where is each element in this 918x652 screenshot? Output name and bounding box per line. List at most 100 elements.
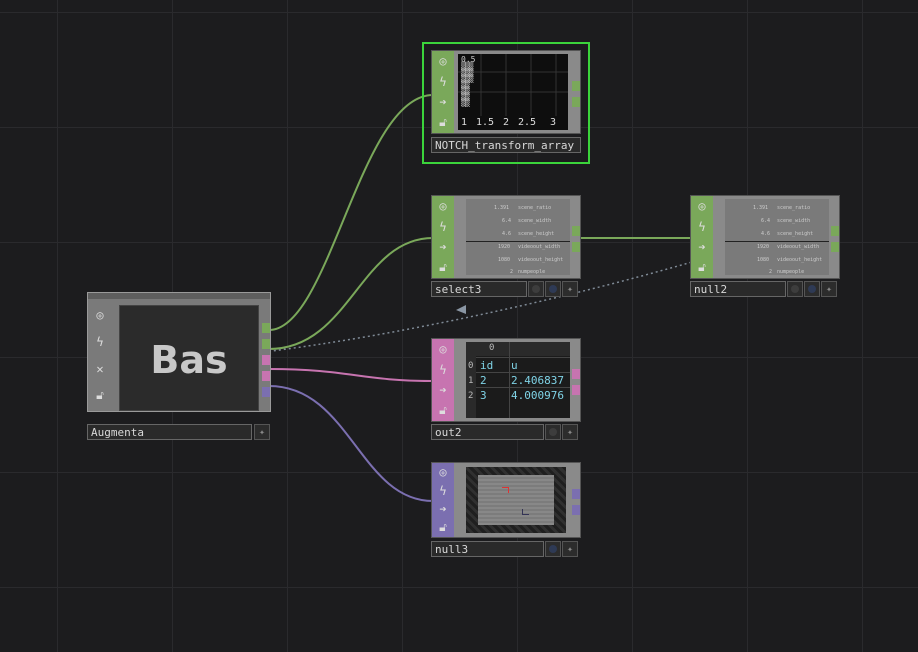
wire-augmenta-out2 bbox=[268, 368, 434, 382]
table-cell: 2 bbox=[480, 374, 487, 387]
output-port[interactable] bbox=[572, 97, 580, 107]
gear-icon[interactable]: ✦ bbox=[821, 281, 837, 297]
flag-toggle[interactable] bbox=[545, 424, 561, 440]
bypass-icon[interactable]: ➔ bbox=[434, 93, 452, 111]
channel-name: scene_height bbox=[518, 231, 555, 237]
output-port[interactable] bbox=[572, 81, 580, 91]
node-augmenta[interactable]: ◎ ϟ ✕ 🔓︎ Bas Augmenta ✦ bbox=[87, 292, 271, 442]
output-port[interactable] bbox=[262, 355, 270, 365]
lock-icon[interactable]: 🔓︎ bbox=[434, 519, 452, 537]
node-name[interactable]: null2 bbox=[690, 281, 786, 297]
top-viewer[interactable] bbox=[466, 467, 566, 533]
output-port[interactable] bbox=[572, 226, 580, 236]
cook-flag-icon[interactable]: ϟ bbox=[693, 218, 711, 236]
gear-icon[interactable]: ✦ bbox=[562, 424, 578, 440]
channel-value: 6.4 bbox=[502, 218, 512, 224]
dat-table[interactable]: 0 0 id u 1 2 2.406837 2 3 4.000976 bbox=[466, 342, 570, 418]
channel-name: videoout_width bbox=[518, 244, 561, 250]
viewer-toggle-icon[interactable]: ◎ bbox=[434, 340, 452, 358]
cook-flag-icon[interactable]: ϟ bbox=[434, 73, 452, 91]
lock-icon[interactable]: 🔓︎ bbox=[693, 259, 711, 277]
output-port[interactable] bbox=[572, 385, 580, 395]
bypass-icon[interactable]: ✕ bbox=[91, 360, 109, 378]
node-viewer[interactable]: 1.391 scene_ratio 6.4 scene_width 4.6 sc… bbox=[466, 199, 570, 275]
gear-icon[interactable]: ✦ bbox=[254, 424, 270, 440]
output-port[interactable] bbox=[262, 371, 270, 381]
wire-augmenta-null3 bbox=[268, 385, 434, 502]
bypass-icon[interactable]: ➔ bbox=[434, 381, 452, 399]
output-port[interactable] bbox=[262, 323, 270, 333]
viewer-toggle-icon[interactable]: ◎ bbox=[434, 463, 452, 481]
channel-value: 1080 bbox=[757, 257, 770, 263]
x-tick-label: 2.5 bbox=[518, 117, 537, 128]
viewer-toggle-icon[interactable]: ◎ bbox=[91, 306, 109, 324]
output-port[interactable] bbox=[572, 369, 580, 379]
channel-value: 2 bbox=[769, 269, 773, 275]
gear-icon[interactable]: ✦ bbox=[562, 541, 578, 557]
viewer-toggle-icon[interactable]: ◎ bbox=[434, 52, 452, 70]
x-tick-label: 1 bbox=[461, 117, 468, 128]
output-port[interactable] bbox=[831, 226, 839, 236]
lock-icon[interactable]: 🔓︎ bbox=[434, 114, 452, 132]
channel-value: 1920 bbox=[757, 244, 770, 250]
node-name[interactable]: out2 bbox=[431, 424, 544, 440]
node-null2[interactable]: ◎ ϟ ➔ 🔓︎ 1.391 scene_ratio 6.4 scene_wid… bbox=[690, 195, 840, 299]
channel-name: videoout_height bbox=[518, 257, 564, 263]
viewer-toggle-icon[interactable]: ◎ bbox=[693, 197, 711, 215]
output-port[interactable] bbox=[572, 489, 580, 499]
table-cell: 4.000976 bbox=[511, 389, 564, 402]
node-name[interactable]: NOTCH_transform_array bbox=[431, 137, 581, 153]
viewer-toggle-icon[interactable]: ◎ bbox=[434, 197, 452, 215]
channel-name: scene_ratio bbox=[518, 205, 552, 211]
node-null3[interactable]: ◎ ϟ ➔ 🔓︎ null3 ✦ bbox=[431, 462, 581, 558]
node-name[interactable]: Augmenta bbox=[87, 424, 252, 440]
node-viewer[interactable]: 0.5 ▒▒▒ ▒▒▒ ▒▒▒ ▒▒ ▒▒ ▒▒ ▒▒ 1 1.5 2 2.5 3 bbox=[458, 54, 568, 130]
cook-flag-icon[interactable]: ϟ bbox=[434, 361, 452, 379]
x-tick-label: 1.5 bbox=[476, 117, 495, 128]
channel-name: numpeople bbox=[777, 269, 805, 275]
bypass-icon[interactable]: ➔ bbox=[434, 238, 452, 256]
output-port[interactable] bbox=[572, 505, 580, 515]
lock-icon[interactable]: 🔓︎ bbox=[434, 402, 452, 420]
column-header: 0 bbox=[489, 343, 495, 353]
node-name[interactable]: select3 bbox=[431, 281, 527, 297]
channel-name: scene_ratio bbox=[777, 205, 811, 211]
x-tick-label: 2 bbox=[503, 117, 510, 128]
output-port[interactable] bbox=[262, 339, 270, 349]
flag-toggle[interactable] bbox=[545, 281, 561, 297]
x-tick-label: 3 bbox=[550, 117, 557, 128]
row-index: 1 bbox=[468, 376, 474, 386]
node-select3[interactable]: ◎ ϟ ➔ 🔓︎ 1.391 scene_ratio 6.4 scene_wid… bbox=[431, 195, 581, 299]
channel-name: scene_width bbox=[518, 218, 552, 224]
flag-toggle[interactable] bbox=[528, 281, 544, 297]
bypass-icon[interactable]: ➔ bbox=[434, 500, 452, 518]
cook-flag-icon[interactable]: ϟ bbox=[434, 482, 452, 500]
output-port[interactable] bbox=[262, 387, 270, 397]
flag-toggle[interactable] bbox=[787, 281, 803, 297]
row-index: 2 bbox=[468, 391, 474, 401]
cook-flag-icon[interactable]: ϟ bbox=[91, 333, 109, 351]
lock-icon[interactable]: 🔓︎ bbox=[91, 387, 109, 405]
channel-value: 4.6 bbox=[761, 231, 771, 237]
gear-icon[interactable]: ✦ bbox=[562, 281, 578, 297]
output-port[interactable] bbox=[572, 242, 580, 252]
blue-marker bbox=[522, 509, 529, 515]
node-viewer[interactable]: 1.391 scene_ratio 6.4 scene_width 4.6 sc… bbox=[725, 199, 829, 275]
cook-flag-icon[interactable]: ϟ bbox=[434, 218, 452, 236]
channel-name: videoout_height bbox=[777, 257, 823, 263]
node-out2[interactable]: ◎ ϟ ➔ 🔓︎ 0 0 id u 1 2 2.406837 2 3 4.000… bbox=[431, 338, 581, 442]
channel-name: scene_height bbox=[777, 231, 814, 237]
channel-value: 6.4 bbox=[761, 218, 771, 224]
node-viewer[interactable]: Bas bbox=[119, 305, 259, 411]
node-name[interactable]: null3 bbox=[431, 541, 544, 557]
lock-icon[interactable]: 🔓︎ bbox=[434, 259, 452, 277]
bypass-icon[interactable]: ➔ bbox=[693, 238, 711, 256]
preview-text: Bas bbox=[150, 338, 228, 382]
wire-augmenta-select3 bbox=[268, 237, 434, 350]
table-cell: 3 bbox=[480, 389, 487, 402]
node-notch-transform-array[interactable]: ◎ ϟ ➔ 🔓︎ 0.5 ▒▒▒ ▒▒▒ ▒▒▒ ▒▒ ▒▒ ▒▒ ▒▒ 1 1.5 2 2… bbox=[422, 42, 590, 164]
flag-toggle[interactable] bbox=[545, 541, 561, 557]
flag-toggle[interactable] bbox=[804, 281, 820, 297]
row-index: 0 bbox=[468, 361, 474, 371]
output-port[interactable] bbox=[831, 242, 839, 252]
